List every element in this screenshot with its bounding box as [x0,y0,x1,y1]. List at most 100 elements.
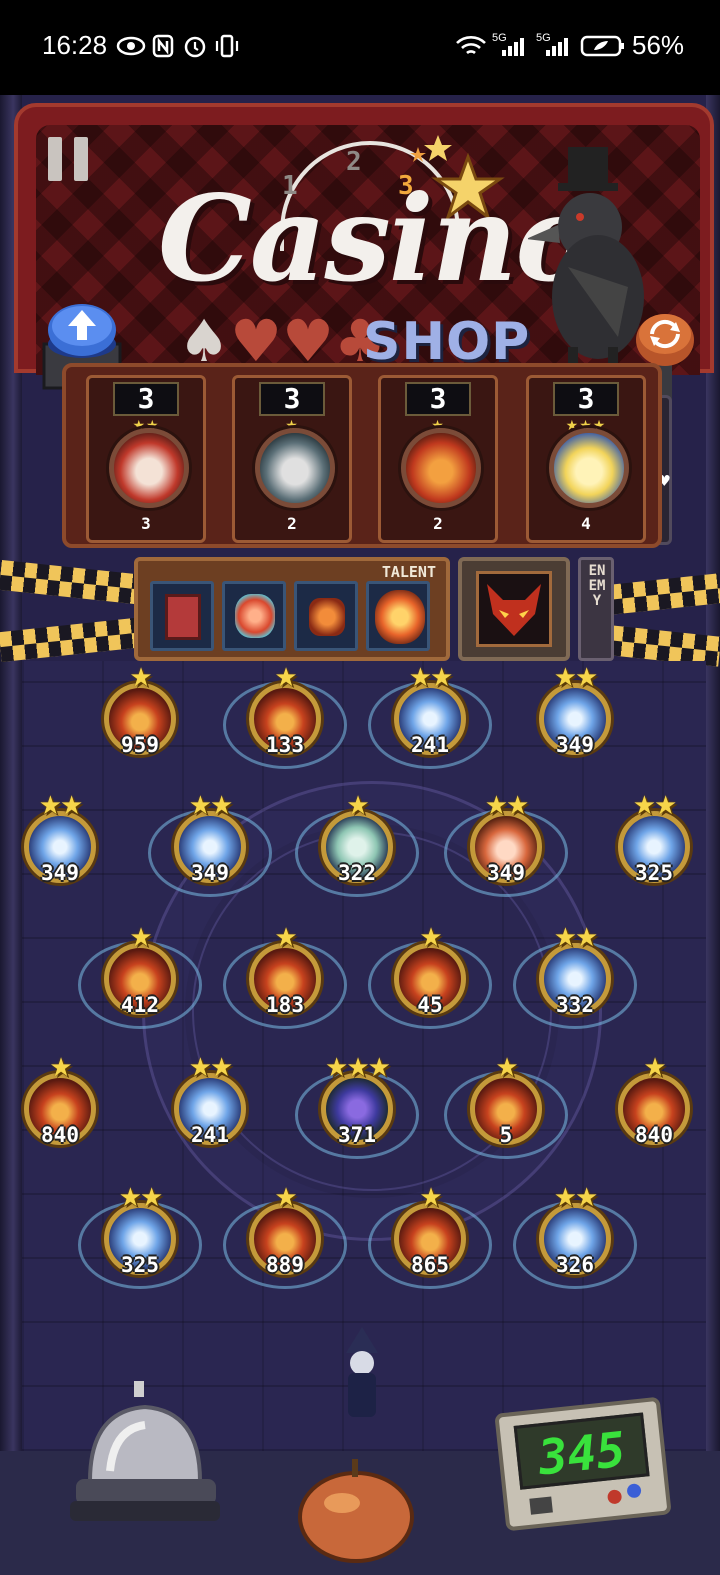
red-haired-hero-portrait [109,428,189,508]
vibrate-icon [215,34,239,58]
unit-value: 371 [338,1123,376,1147]
talent-flame-burst-icon[interactable] [366,581,430,651]
talent-panel: TALENT [134,557,450,661]
board-unit[interactable]: ★★ 241 [160,1055,260,1159]
unit-value: 5 [499,1123,513,1147]
board-unit[interactable]: ★★ 326 [513,1183,637,1289]
board-unit[interactable]: ★ 412 [78,923,202,1029]
wizard-character-icon [346,1327,378,1417]
enemy-tab[interactable]: ENEMY [578,557,614,661]
slot-reel-2[interactable]: 3 ★ 2 [232,375,352,543]
unit-stars: ★★ [553,923,599,953]
slot-reel-3[interactable]: 3 ★ 2 [378,375,498,543]
unit-stars: ★★ [553,1183,599,1213]
battery-icon [580,35,624,57]
blonde-girl-portrait [549,428,629,508]
unit-value: 325 [121,1253,159,1277]
unit-stars: ★★ [484,791,530,821]
unit-stars: ★★ [553,663,599,693]
board-unit[interactable]: ★ 322 [295,793,419,897]
unit-stars: ★ [495,1053,518,1083]
unit-stars: ★★★ [325,1053,391,1083]
board-unit[interactable]: ★★ 349 [525,665,625,769]
pause-button[interactable] [48,137,94,181]
slot-count: 2 [287,514,297,533]
status-time: 16:28 [42,30,108,60]
board-unit[interactable]: ★★★ 371 [295,1053,419,1159]
unit-value: 349 [191,861,229,885]
eye-icon [116,36,146,56]
unit-value: 326 [556,1253,594,1277]
slot-machine: 3 ★★ 3 3 ★ 2 3 ★ 2 3 ★★★ 4 [62,363,662,548]
service-bell-icon[interactable] [70,1381,220,1531]
unit-value: 349 [556,733,594,757]
card-suits-icon: ♠♥♥♣ [178,307,386,375]
slot-cost: 3 [113,382,179,416]
unit-value: 45 [417,993,443,1017]
unit-value: 840 [635,1123,673,1147]
board-unit[interactable]: ★★ 349 [10,793,110,897]
status-bar: 16:28 5G 5G 56% [0,0,720,95]
talent-label: TALENT [381,563,436,581]
signal-icon-2 [546,38,568,56]
talent-red-cabinet-icon[interactable] [150,581,214,651]
board-unit[interactable]: ★★ 325 [78,1183,202,1289]
masked-knight-portrait [255,428,335,508]
slot-cost: 3 [553,382,619,416]
pause-icon-bar [74,137,88,181]
nfc-icon [152,34,174,58]
unit-value: 332 [556,993,594,1017]
slot-reel-1[interactable]: 3 ★★ 3 [86,375,206,543]
battery-percent: 56% [632,30,685,60]
unit-stars: ★ [643,1053,666,1083]
unit-value: 959 [121,733,159,757]
enemy-panel[interactable] [458,557,570,661]
board-unit[interactable]: ★ 840 [604,1055,704,1159]
unit-stars: ★ [49,1053,72,1083]
unit-value: 349 [41,861,79,885]
unit-stars: ★ [129,663,152,693]
board-unit[interactable]: ★ 45 [368,923,492,1029]
unit-stars: ★★ [188,1053,234,1083]
board-unit[interactable]: ★★ 325 [604,793,704,897]
board-unit[interactable]: ★★ 349 [444,791,568,897]
board-unit[interactable]: ★ 959 [90,665,190,769]
board-unit[interactable]: ★ 889 [223,1185,347,1289]
board-unit[interactable]: ★★ 241 [368,663,492,769]
board-unit[interactable]: ★ 865 [368,1183,492,1289]
board-unit[interactable]: ★ 840 [10,1055,110,1159]
unit-value: 325 [635,861,673,885]
gold-amount: 345 [535,1421,628,1487]
button-a-icon [606,1489,623,1505]
talent-fire-rooster-icon[interactable] [294,581,358,651]
unit-stars: ★ [419,923,442,953]
slot-reel-4[interactable]: 3 ★★★ 4 [526,375,646,543]
unit-value: 133 [266,733,304,757]
unit-value: 412 [121,993,159,1017]
unit-value: 241 [191,1123,229,1147]
unit-value: 865 [411,1253,449,1277]
slot-count: 2 [433,514,443,533]
board-unit[interactable]: ★ 5 [444,1053,568,1159]
gold-screen: 345 [513,1412,650,1490]
slot-count: 4 [581,514,591,533]
unit-stars: ★★ [118,1183,164,1213]
slot-count: 3 [141,514,151,533]
slot-cost: 3 [259,382,325,416]
unit-stars: ★★ [408,663,454,693]
red-dragon-portrait [476,571,552,647]
unit-value: 840 [41,1123,79,1147]
unit-stars: ★ [129,923,152,953]
unit-value: 183 [266,993,304,1017]
board-unit[interactable]: ★ 183 [223,925,347,1029]
wifi-icon [456,36,486,55]
unit-stars: ★ [419,1183,442,1213]
dpad-icon [529,1496,553,1515]
enemy-label: ENEMY [588,563,606,609]
checkered-ribbon [608,573,720,615]
board-unit[interactable]: ★★ 332 [513,923,637,1029]
board-unit[interactable]: ★★ 349 [148,793,272,897]
unit-value: 241 [411,733,449,757]
talent-crystal-mask-icon[interactable] [222,581,286,651]
board-unit[interactable]: ★ 133 [223,665,347,769]
